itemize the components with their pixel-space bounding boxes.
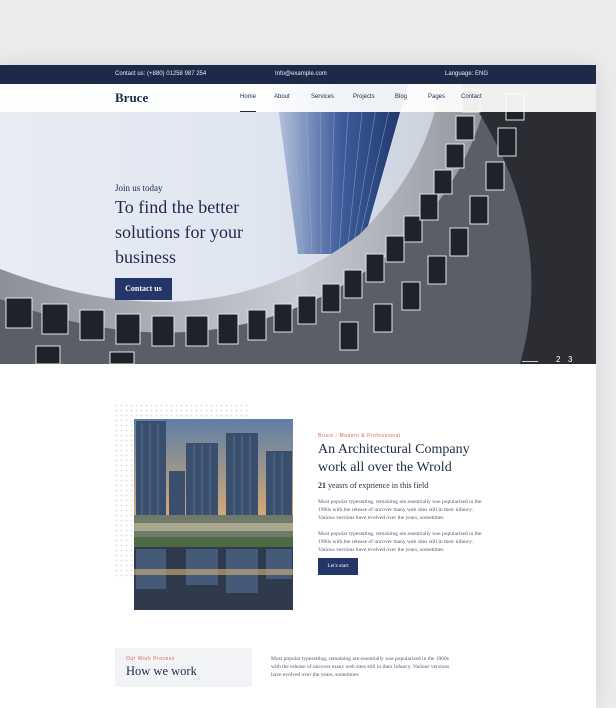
nav-pages[interactable]: Pages (428, 94, 445, 100)
experience-years: 21 yeasrs of exprience in this field (318, 481, 428, 490)
about-paragraph-1: Most popular typesetting, remaining are … (318, 499, 482, 521)
nav-about[interactable]: About (274, 94, 290, 100)
hero-banner: Join us today To find the better solutio… (0, 84, 596, 364)
slide-3-button[interactable]: 3 (568, 355, 572, 364)
top-info-bar: Contact us: (+880) 01258 987 254 Info@ex… (0, 65, 596, 84)
about-title: An Architectural Company work all over t… (318, 442, 470, 475)
nav-blog[interactable]: Blog (395, 94, 407, 100)
about-paragraph-2: Most popular typesetting, remaining are … (318, 531, 482, 553)
slider-indicator-line (522, 361, 538, 362)
nav-projects[interactable]: Projects (353, 94, 375, 100)
website-page: Contact us: (+880) 01258 987 254 Info@ex… (0, 65, 596, 708)
nav-home[interactable]: Home (240, 94, 257, 112)
about-eyebrow: Bruce - Modern & Professional (318, 433, 401, 439)
contact-us-button[interactable]: Contact us (115, 278, 172, 300)
hero-eyebrow: Join us today (115, 183, 163, 193)
main-navbar: Bruce Home About Services Projects Blog … (0, 84, 596, 112)
work-process-title: How we work (126, 664, 197, 678)
city-skyline-image (134, 419, 293, 610)
work-process-eyebrow: Our Work Process (126, 656, 175, 662)
lets-start-button[interactable]: Let's start (318, 558, 358, 575)
language-selector[interactable]: Language: ENG (445, 71, 488, 77)
slide-2-button[interactable]: 2 (556, 355, 560, 364)
site-logo[interactable]: Bruce (115, 90, 148, 106)
years-text: yeasrs of exprience in this field (326, 481, 429, 490)
contact-phone: Contact us: (+880) 01258 987 254 (115, 71, 207, 77)
years-number: 21 (318, 481, 326, 490)
contact-email[interactable]: Info@example.com (275, 71, 327, 77)
work-process-paragraph: Most popular typesetting, remaining are … (271, 656, 450, 678)
hero-title: To find the better solutions for your bu… (115, 197, 243, 267)
nav-services[interactable]: Services (311, 94, 334, 100)
nav-contact[interactable]: Contact (461, 94, 482, 100)
